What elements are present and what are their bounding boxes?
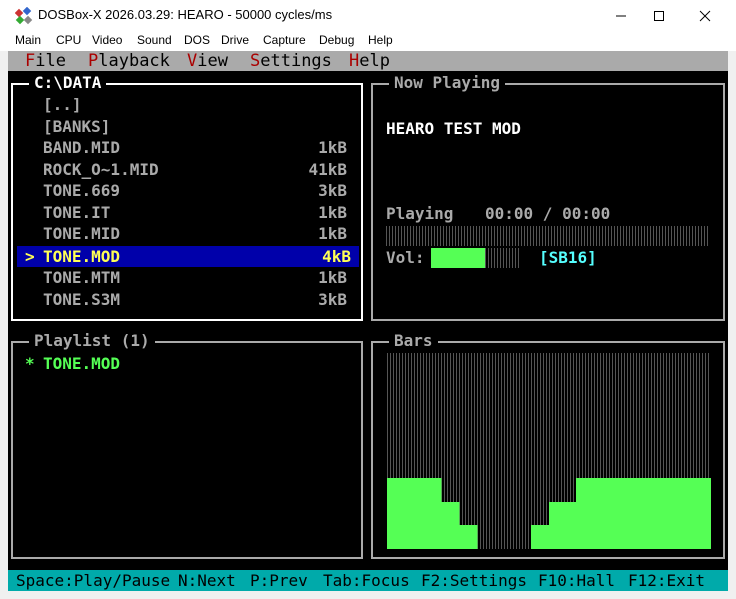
file-list-item[interactable]: BAND.MID 1kB bbox=[13, 137, 359, 158]
app-menu-help[interactable]: Help bbox=[349, 51, 390, 71]
playlist-panel: Playlist (1) * TONE.MOD bbox=[11, 331, 363, 559]
spectrum-bar bbox=[657, 478, 667, 549]
progress-bar[interactable] bbox=[386, 226, 710, 246]
file-list-item[interactable]: TONE.MTM 1kB bbox=[13, 267, 359, 288]
dosbox-window: DOSBox-X 2026.03.29: HEARO - 50000 cycle… bbox=[0, 0, 736, 599]
app-menu-file[interactable]: File bbox=[25, 51, 66, 71]
file-browser-path: C:\DATA bbox=[29, 73, 107, 93]
spectrum-bar bbox=[639, 478, 649, 549]
spectrum-bar bbox=[594, 478, 604, 549]
bars-panel: Bars bbox=[371, 331, 725, 559]
spectrum-bar bbox=[414, 478, 424, 549]
spectrum-bar bbox=[702, 478, 711, 549]
spectrum-bar bbox=[441, 502, 451, 549]
now-playing-title: Now Playing bbox=[389, 73, 505, 93]
spectrum-bar bbox=[405, 478, 415, 549]
spectrum-bar bbox=[693, 478, 703, 549]
app-menu-playback[interactable]: Playback bbox=[88, 51, 170, 71]
spectrum-bar bbox=[387, 478, 397, 549]
menu-help[interactable]: Help bbox=[368, 33, 393, 47]
hint-settings: F2:Settings bbox=[421, 571, 527, 590]
spectrum-bar bbox=[684, 478, 694, 549]
bars-title: Bars bbox=[389, 331, 438, 351]
spectrum-bar bbox=[468, 525, 478, 549]
menu-main[interactable]: Main bbox=[15, 33, 41, 47]
menu-cpu[interactable]: CPU bbox=[56, 33, 81, 47]
menu-dos[interactable]: DOS bbox=[184, 33, 210, 47]
spectrum-bar bbox=[558, 502, 568, 549]
spectrum-bar bbox=[648, 478, 658, 549]
spectrum-bar bbox=[432, 478, 442, 549]
close-icon bbox=[699, 10, 711, 21]
menu-capture[interactable]: Capture bbox=[263, 33, 306, 47]
playlist-marker-icon: * bbox=[25, 354, 35, 373]
spectrum-bar bbox=[603, 478, 613, 549]
host-menu-bar: Main CPU Video Sound DOS Drive Capture D… bbox=[0, 31, 736, 51]
menu-video[interactable]: Video bbox=[92, 33, 122, 47]
spectrum-bar bbox=[612, 478, 622, 549]
selection-cursor-icon: > bbox=[25, 247, 35, 266]
spectrum-bar bbox=[450, 502, 460, 549]
playlist-entry[interactable]: TONE.MOD bbox=[43, 353, 120, 374]
menu-drive[interactable]: Drive bbox=[221, 33, 249, 47]
hint-next: N:Next bbox=[178, 571, 236, 590]
file-list-item[interactable]: TONE.S3M 3kB bbox=[13, 289, 359, 310]
spectrum-bar bbox=[585, 478, 595, 549]
playback-status: Playing bbox=[386, 204, 454, 223]
spectrum-bar bbox=[576, 478, 586, 549]
file-list-item[interactable]: TONE.MID 1kB bbox=[13, 223, 359, 244]
spectrum-bars bbox=[387, 478, 711, 549]
spectrum-bar bbox=[459, 525, 469, 549]
hint-prev: P:Prev bbox=[250, 571, 308, 590]
hint-exit: F12:Exit bbox=[628, 571, 706, 590]
playback-time: 00:00 / 00:00 bbox=[485, 204, 611, 223]
volume-bar[interactable] bbox=[431, 248, 521, 268]
key-help-bar: Space:Play/Pause N:Next P:Prev Tab:Focus… bbox=[8, 570, 728, 591]
file-browser-panel: C:\DATA [..] [BANKS] BAND.MID 1kB ROCK_O~… bbox=[11, 73, 363, 321]
app-menu-bar: File Playback View Settings Help bbox=[8, 51, 728, 71]
now-playing-panel: Now Playing HEARO TEST MOD Playing 00:00… bbox=[371, 73, 725, 321]
spectrum-bar bbox=[549, 502, 559, 549]
hint-play-pause: Space:Play/Pause bbox=[16, 571, 171, 590]
song-title: HEARO TEST MOD bbox=[386, 119, 521, 138]
menu-debug[interactable]: Debug bbox=[319, 33, 354, 47]
spectrum-bar bbox=[621, 478, 631, 549]
file-list-item[interactable]: [..] bbox=[13, 94, 359, 115]
app-menu-settings[interactable]: Settings bbox=[250, 51, 332, 71]
spectrum-area bbox=[387, 353, 711, 549]
audio-device-badge: [SB16] bbox=[539, 248, 597, 267]
dos-screen[interactable]: File Playback View Settings Help C:\DATA… bbox=[8, 51, 728, 591]
title-bar[interactable]: DOSBox-X 2026.03.29: HEARO - 50000 cycle… bbox=[0, 0, 736, 31]
file-list-item[interactable]: TONE.669 3kB bbox=[13, 180, 359, 201]
volume-label: Vol: bbox=[386, 248, 425, 267]
hint-focus: Tab:Focus bbox=[323, 571, 410, 590]
hint-hall: F10:Hall bbox=[538, 571, 616, 590]
spectrum-bar bbox=[630, 478, 640, 549]
window-title: DOSBox-X 2026.03.29: HEARO - 50000 cycle… bbox=[38, 7, 333, 22]
spectrum-bar bbox=[396, 478, 406, 549]
maximize-icon bbox=[654, 10, 664, 21]
spectrum-bar bbox=[675, 478, 685, 549]
dosbox-app-icon bbox=[15, 7, 33, 25]
spectrum-bar bbox=[423, 478, 433, 549]
spectrum-bar bbox=[666, 478, 676, 549]
volume-fill bbox=[431, 248, 485, 268]
menu-sound[interactable]: Sound bbox=[137, 33, 172, 47]
spectrum-bar bbox=[567, 502, 577, 549]
minimize-icon bbox=[616, 15, 626, 16]
file-list-item[interactable]: ROCK_O~1.MID 41kB bbox=[13, 159, 359, 180]
playlist-title: Playlist (1) bbox=[29, 331, 155, 351]
file-list-item-selected[interactable]: > TONE.MOD 4kB bbox=[17, 246, 359, 267]
maximize-button[interactable] bbox=[636, 0, 682, 31]
spectrum-bar bbox=[540, 525, 550, 549]
app-menu-view[interactable]: View bbox=[187, 51, 228, 71]
spectrum-bar bbox=[531, 525, 541, 549]
file-list-item[interactable]: [BANKS] bbox=[13, 116, 359, 137]
close-button[interactable] bbox=[682, 0, 728, 31]
file-list-item[interactable]: TONE.IT 1kB bbox=[13, 202, 359, 223]
